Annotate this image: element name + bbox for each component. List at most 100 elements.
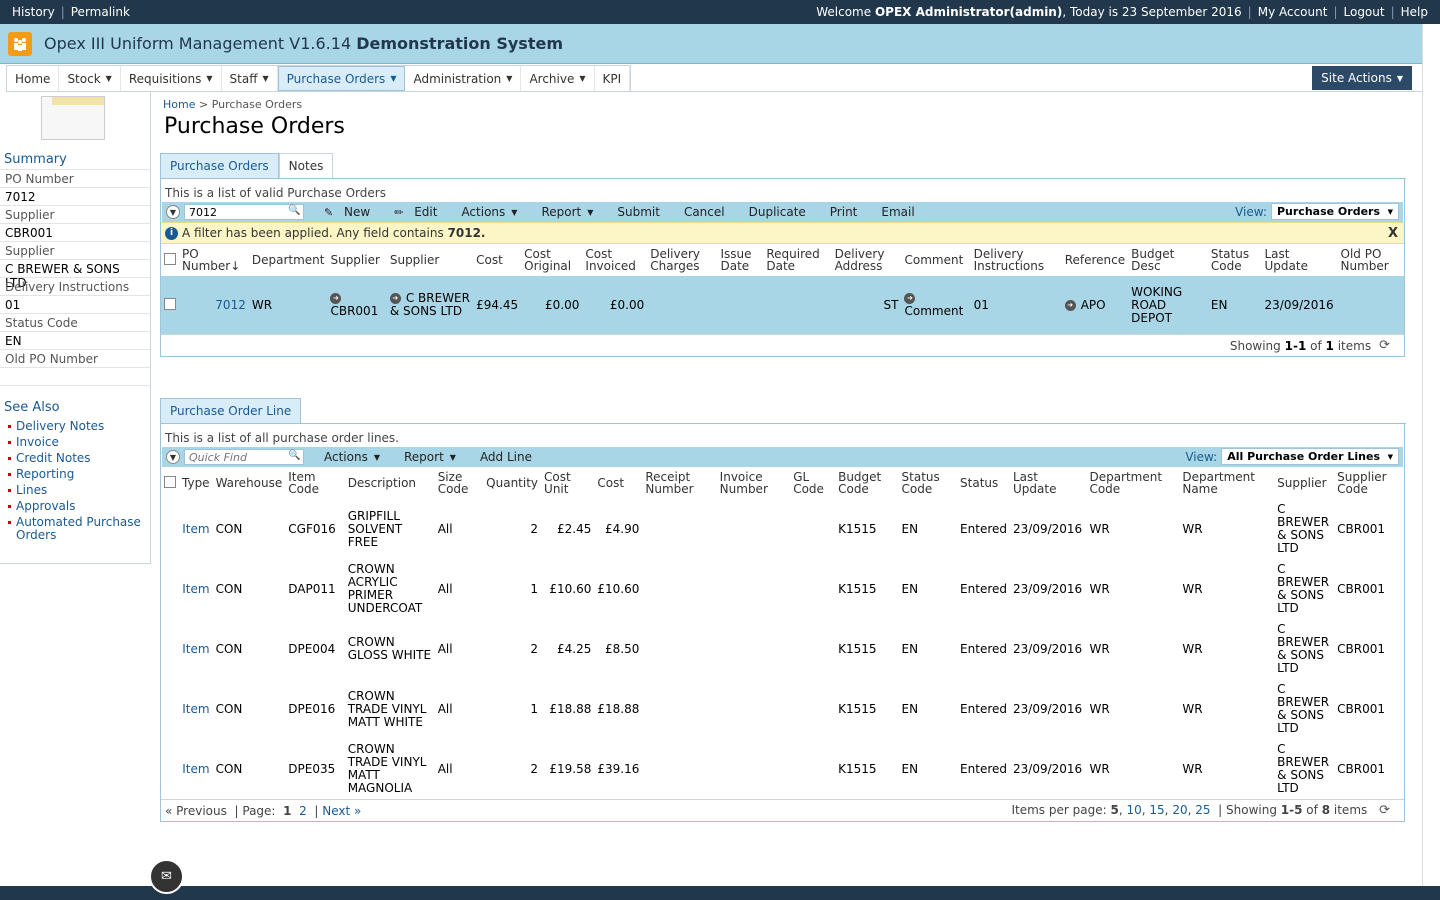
column-header[interactable]: Delivery Address [832,244,902,276]
column-header[interactable]: Status [957,467,1010,499]
checkbox[interactable] [164,476,176,488]
see-also-link[interactable]: Automated Purchase Orders [0,515,150,544]
submit-button[interactable]: Submit [605,205,672,219]
breadcrumb-home[interactable]: Home [163,98,195,111]
column-header[interactable]: Cost Unit [541,467,594,499]
per-page-15[interactable]: 15 [1149,803,1164,817]
next-link[interactable]: Next » [322,804,361,818]
column-header[interactable]: Department Name [1179,467,1274,499]
cell-type[interactable]: Item [179,559,213,619]
logout-link[interactable]: Logout [1344,5,1385,19]
column-header[interactable]: Status Code [1208,244,1262,276]
per-page-5[interactable]: 5 [1110,803,1118,817]
column-header[interactable]: Warehouse [213,467,286,499]
column-header[interactable]: Description [345,467,435,499]
checkbox[interactable] [164,253,176,265]
column-header[interactable]: Quantity [483,467,541,499]
site-actions-button[interactable]: Site Actions ▼ [1312,66,1412,90]
add-line-button[interactable]: Add Line [468,450,544,464]
arrow-right-icon[interactable]: ➜ [904,293,916,304]
column-header[interactable]: Budget Code [835,467,898,499]
column-header[interactable]: Supplier [327,244,386,276]
see-also-link[interactable]: Credit Notes [0,451,150,467]
see-also-link[interactable]: Reporting [0,467,150,483]
column-header[interactable]: Reference [1062,244,1128,276]
select-all[interactable] [161,244,179,276]
print-button[interactable]: Print [818,205,870,219]
see-also-link[interactable]: Approvals [0,499,150,515]
nav-stock[interactable]: Stock ▼ [59,66,121,91]
column-header[interactable]: Cost [473,244,521,276]
see-also-link[interactable]: Invoice [0,435,150,451]
tab-notes[interactable]: Notes [278,153,334,178]
column-header[interactable]: Department Code [1086,467,1179,499]
cell-type[interactable]: Item [179,679,213,739]
column-header[interactable]: Department [249,244,328,276]
column-header[interactable]: Supplier [1274,467,1334,499]
previous-link[interactable]: « Previous [165,804,227,818]
see-also-link[interactable]: Delivery Notes [0,419,150,435]
tab-purchase-order-line[interactable]: Purchase Order Line [160,398,302,423]
refresh-icon[interactable]: ⟳ [1379,338,1390,353]
close-filter-icon[interactable]: X [1388,226,1398,241]
column-header[interactable]: Comment [901,244,970,276]
nav-archive[interactable]: Archive ▼ [521,66,595,91]
table-row[interactable]: 7012 WR ➜CBR001 ➜ C BREWER & SONS LTD £94.45 £… [161,276,1404,334]
column-header[interactable]: GL Code [790,467,835,499]
column-header[interactable]: Last Update [1262,244,1338,276]
column-header[interactable]: Item Code [285,467,344,499]
tab-purchase-orders[interactable]: Purchase Orders [160,153,279,178]
nav-purchase-orders[interactable]: Purchase Orders ▼ [277,66,406,91]
email-button[interactable]: Email [869,205,926,219]
column-header[interactable]: Cost Invoiced [582,244,647,276]
cell-type[interactable]: Item [179,499,213,559]
column-header[interactable]: Supplier [387,244,473,276]
actions-menu[interactable]: Actions ▼ [449,205,529,219]
table-row[interactable]: Item CON DPE035 CROWN TRADE VINYL MATT MAGN… [161,739,1404,799]
column-header[interactable]: Status Code [899,467,958,499]
see-also-link[interactable]: Lines [0,483,150,499]
quick-find-input[interactable] [184,449,304,465]
permalink-link[interactable]: Permalink [71,5,130,19]
column-header[interactable]: Issue Date [717,244,763,276]
column-header[interactable]: Size Code [435,467,483,499]
view-select[interactable]: Purchase Orders [1270,203,1399,220]
column-header[interactable]: Type [179,467,213,499]
vertical-scrollbar[interactable] [1422,24,1440,886]
column-header[interactable]: Budget Desc [1128,244,1208,276]
edit-button[interactable]: ✏ Edit [382,205,449,219]
arrow-right-icon[interactable]: ➜ [389,293,401,304]
nav-administration[interactable]: Administration ▼ [405,66,522,91]
refresh-icon[interactable]: ⟳ [1379,803,1390,818]
table-row[interactable]: Item CON DPE016 CROWN TRADE VINYL MATT WHIT… [161,679,1404,739]
collapse-icon[interactable]: ▼ [166,205,180,219]
page-1[interactable]: 1 [283,804,291,818]
nav-staff[interactable]: Staff ▼ [222,66,278,91]
new-button[interactable]: ✎ New [312,205,382,219]
cancel-button[interactable]: Cancel [672,205,737,219]
checkbox[interactable] [164,297,176,310]
history-link[interactable]: History [12,5,55,19]
nav-requisitions[interactable]: Requisitions ▼ [121,66,222,91]
page-2[interactable]: 2 [299,804,307,818]
column-header[interactable]: PO Number↓ [179,244,249,276]
nav-kpi[interactable]: KPI [595,66,631,91]
arrow-right-icon[interactable]: ➜ [330,293,342,304]
collapse-icon[interactable]: ▼ [166,450,180,464]
lines-report-menu[interactable]: Report ▼ [392,450,468,464]
view-select[interactable]: All Purchase Order Lines [1221,448,1399,465]
lines-actions-menu[interactable]: Actions ▼ [312,450,392,464]
table-row[interactable]: Item CON DPE004 CROWN GLOSS WHITE All 2 £4.25 £… [161,619,1404,679]
column-header[interactable]: Supplier Code [1334,467,1404,499]
column-header[interactable]: Delivery Charges [647,244,717,276]
po-number-value[interactable]: 7012 [215,298,246,312]
column-header[interactable]: Invoice Number [717,467,791,499]
table-row[interactable]: Item CON CGF016 GRIPFILL SOLVENT FREE All 2 £2… [161,499,1404,559]
mail-icon[interactable]: ✉ [149,859,184,894]
help-link[interactable]: Help [1401,5,1428,19]
nav-home[interactable]: Home [7,66,60,91]
duplicate-button[interactable]: Duplicate [737,205,818,219]
table-row[interactable]: Item CON DAP011 CROWN ACRYLIC PRIMER UNDERC… [161,559,1404,619]
search-icon[interactable]: 🔍 [288,205,302,219]
row-select[interactable] [161,276,179,334]
